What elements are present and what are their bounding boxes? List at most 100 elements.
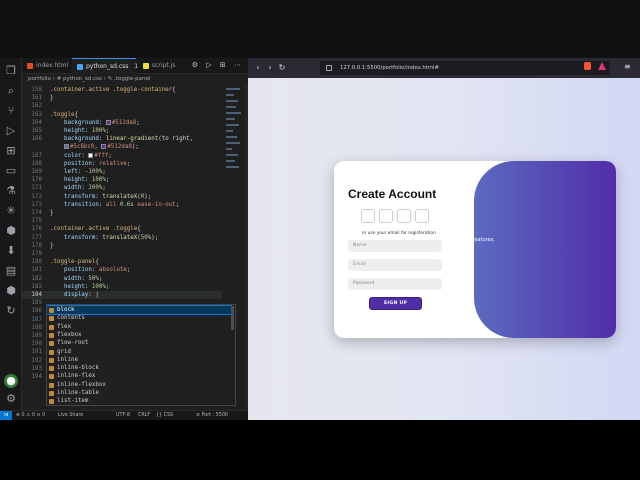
suggestion-item[interactable]: block xyxy=(47,305,232,316)
testing-icon[interactable]: ⚗ xyxy=(4,184,18,198)
tab-index-html[interactable]: index.html xyxy=(22,58,70,74)
social-facebook-icon[interactable] xyxy=(379,209,393,223)
extensions-icon[interactable]: ⊞ xyxy=(4,144,18,158)
code-line[interactable]: 182 width: 50%; xyxy=(22,275,222,283)
name-field[interactable]: Name xyxy=(348,240,442,252)
address-bar[interactable]: 127.0.0.1:5500/portfolio/index.html# xyxy=(320,61,610,75)
code-line[interactable]: 161} xyxy=(22,94,222,102)
code-token: } xyxy=(50,95,54,102)
suggestion-item[interactable]: inline-table xyxy=(47,389,231,397)
code-line[interactable]: #5c6bc0, #512da8); xyxy=(22,143,222,151)
code-line[interactable]: 169 left: -100%; xyxy=(22,168,222,176)
editor-actions[interactable]: ⚙ ▷ ⊞ ⋯ xyxy=(192,61,244,69)
password-field[interactable]: Password xyxy=(348,278,442,290)
code-line[interactable]: 164 background: #512da8; xyxy=(22,119,222,127)
color-swatch-icon[interactable] xyxy=(88,152,94,158)
menu-icon[interactable]: ≡ xyxy=(624,62,634,72)
brave-shield-icon[interactable] xyxy=(584,62,591,70)
eol-status[interactable]: CRLF xyxy=(138,411,150,420)
search-icon[interactable]: ⌕ xyxy=(4,84,18,98)
suggestion-item[interactable]: flexbox xyxy=(47,331,231,339)
email-field[interactable]: Email xyxy=(348,259,442,271)
color-swatch-icon[interactable] xyxy=(101,144,107,150)
code-line[interactable]: 163 .toggle{ xyxy=(22,111,222,119)
suggestion-item[interactable]: flow-root xyxy=(47,339,231,347)
suggestion-item[interactable]: grid xyxy=(47,348,231,356)
activity-bar: ❐ ⌕ ⑂ ▷ ⊞ ▭ ⚗ ✳ ⬢ ⬇ ▤ ⬢ ↻ ● ⚙ xyxy=(0,58,22,410)
minimap[interactable] xyxy=(226,84,244,194)
gear-icon[interactable]: ⚙ xyxy=(4,392,18,406)
code-line[interactable]: 166 background: linear-gradient(to right… xyxy=(22,135,222,143)
code-line[interactable]: 171 width: 200%; xyxy=(22,184,222,192)
code-token: #512da8 xyxy=(111,119,137,126)
code-line[interactable]: 181 position: absolute; xyxy=(22,266,222,274)
code-line[interactable]: 170 height: 100%; xyxy=(22,176,222,184)
status-bar: ⋊ ⊗ 0 ⚠ 0 ⊙ 0 Live Share UTF-8 CRLF {} C… xyxy=(0,410,248,421)
code-line[interactable]: 168 position: relative; xyxy=(22,160,222,168)
code-token: transition xyxy=(50,201,99,208)
account-icon[interactable]: ● xyxy=(4,374,18,388)
social-linkedin-icon[interactable] xyxy=(415,209,429,223)
suggestion-item[interactable]: inline-flex xyxy=(47,372,231,380)
tab-script-js[interactable]: script.js xyxy=(138,58,182,74)
color-swatch-icon[interactable] xyxy=(63,144,69,150)
suggestion-item[interactable]: contents xyxy=(47,314,231,322)
download-icon[interactable]: ⬇ xyxy=(4,244,18,258)
encoding-status[interactable]: UTF-8 xyxy=(116,411,130,420)
autocomplete-suggestions[interactable]: block contents flex flexbox flow-root grid inl… xyxy=(46,304,236,406)
python-icon[interactable]: ⬢ xyxy=(4,224,18,238)
code-line[interactable]: 165 height: 100%; xyxy=(22,127,222,135)
value-icon xyxy=(49,308,54,313)
code-line[interactable]: 178} xyxy=(22,242,222,250)
line-number: 162 xyxy=(31,103,42,110)
breadcrumb[interactable]: portfolio › # python_sd.css › ✎ .toggle-… xyxy=(28,76,150,82)
tab-python-sd-css[interactable]: python_sd.css 1 xyxy=(72,58,138,74)
problems-status[interactable]: ⊗ 0 ⚠ 0 ⊙ 0 xyxy=(16,411,45,420)
code-line[interactable]: 158 .container.active .toggle-container{ xyxy=(22,86,222,94)
port-status[interactable]: ⊘ Port : 5500 xyxy=(196,411,228,420)
code-line[interactable]: 180 .toggle-panel{ xyxy=(22,258,222,266)
run-debug-icon[interactable]: ▷ xyxy=(4,124,18,138)
code-line[interactable]: 176 .container.active .toggle{ xyxy=(22,225,222,233)
code-token: left xyxy=(50,169,78,175)
code-line[interactable]: 179 xyxy=(22,250,222,258)
site-info-icon[interactable] xyxy=(326,65,332,71)
forward-button[interactable]: › xyxy=(264,62,276,74)
social-github-icon[interactable] xyxy=(397,209,411,223)
suggestion-item[interactable]: inline-block xyxy=(47,364,231,372)
suggestion-label: block xyxy=(57,307,75,313)
docker-icon[interactable]: ▤ xyxy=(4,264,18,278)
settings-sync-icon[interactable]: ✳ xyxy=(4,204,18,218)
suggestion-item[interactable]: inline-flexbox xyxy=(47,381,231,389)
suggestion-scrollbar[interactable] xyxy=(231,306,234,330)
code-line[interactable]: 183 height: 100%; xyxy=(22,283,222,291)
suggestion-item[interactable]: list-item xyxy=(47,397,231,405)
source-control-icon[interactable]: ⑂ xyxy=(4,104,18,118)
reload-button[interactable]: ↻ xyxy=(276,62,288,74)
code-line[interactable]: 175 xyxy=(22,217,222,225)
code-token: background xyxy=(50,119,99,126)
url-text: 127.0.0.1:5500/portfolio/index.html# xyxy=(340,65,439,71)
language-status[interactable]: {} CSS xyxy=(156,411,173,420)
live-share-status[interactable]: Live Share xyxy=(58,411,83,420)
suggestion-item[interactable]: flex xyxy=(47,323,231,331)
code-line[interactable]: 172 transform: translateX(0); xyxy=(22,193,222,201)
color-swatch-icon[interactable] xyxy=(105,119,111,125)
code-line[interactable]: 177 transform: translateX(50%); xyxy=(22,234,222,242)
python-env-icon[interactable]: ⬢ xyxy=(4,284,18,298)
code-line[interactable]: 173 transition: all 0.6s ease-in-out; xyxy=(22,201,222,209)
suggestion-item[interactable]: inline xyxy=(47,356,231,364)
rewards-icon[interactable] xyxy=(598,62,606,70)
code-line[interactable]: 184 display: | xyxy=(22,291,222,300)
code-token: height xyxy=(50,283,85,290)
code-line[interactable]: 162 xyxy=(22,102,222,110)
live-share-icon[interactable]: ↻ xyxy=(4,304,18,318)
explorer-icon[interactable]: ❐ xyxy=(4,64,18,78)
remote-explorer-icon[interactable]: ▭ xyxy=(4,164,18,178)
social-google-icon[interactable] xyxy=(361,209,375,223)
sign-up-button[interactable]: SIGN UP xyxy=(369,297,422,310)
code-line[interactable]: 174} xyxy=(22,209,222,217)
code-line[interactable]: 167 color: #fff; xyxy=(22,152,222,160)
tab-label: index.html xyxy=(36,62,68,69)
back-button[interactable]: ‹ xyxy=(252,62,264,74)
